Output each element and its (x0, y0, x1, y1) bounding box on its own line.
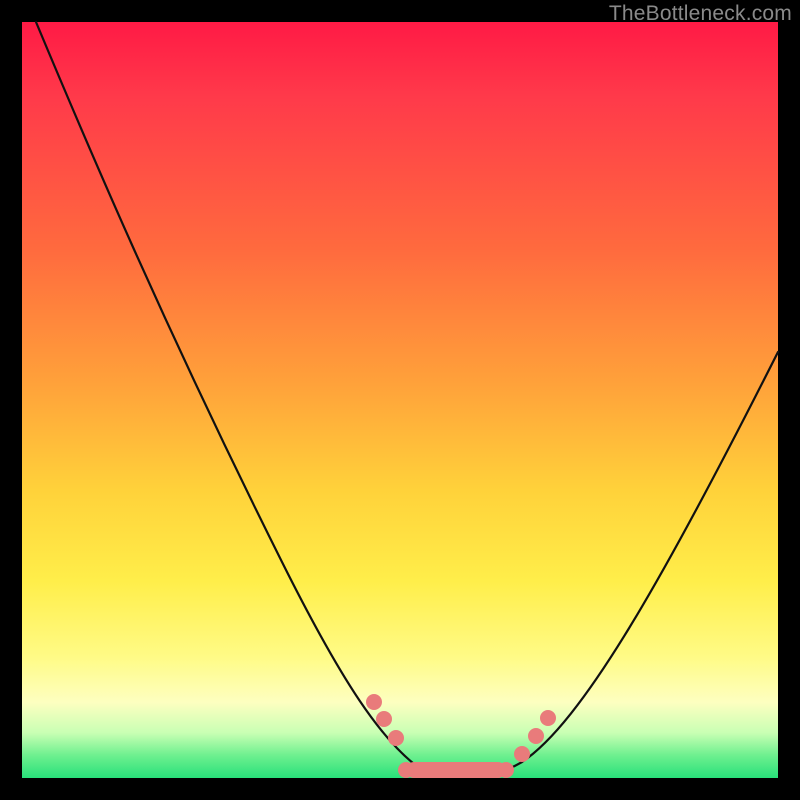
bottleneck-curve-svg (22, 22, 778, 778)
chart-frame: TheBottleneck.com (0, 0, 800, 800)
optimal-range-markers (366, 694, 556, 778)
plot-area (22, 22, 778, 778)
bottleneck-curve (36, 22, 778, 777)
